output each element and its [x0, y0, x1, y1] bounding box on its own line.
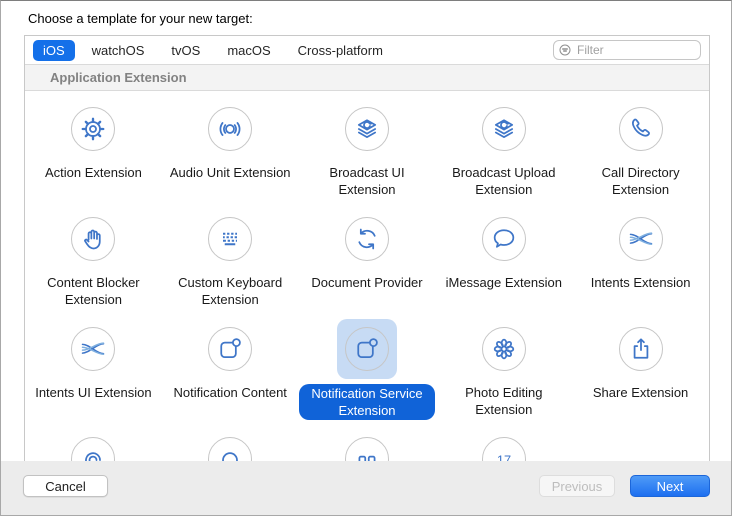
filter-field[interactable] [553, 40, 701, 60]
tab-watchos[interactable]: watchOS [82, 40, 155, 61]
previous-button[interactable]: Previous [539, 475, 615, 497]
template-custom-keyboard-extension[interactable]: Custom Keyboard Extension [162, 201, 299, 311]
template-grid: Action Extension Audio Unit Extension Br… [25, 91, 709, 462]
platform-tabbar: iOS watchOS tvOS macOS Cross-platform [25, 36, 709, 64]
template-calendar-17-icon[interactable]: 17 [435, 421, 572, 462]
template-label: Intents Extension [591, 274, 691, 291]
dialog-title: Choose a template for your new target: [28, 11, 253, 26]
speech-bubble-icon [482, 217, 526, 261]
tab-tvos[interactable]: tvOS [161, 40, 210, 61]
template-sticker-pair-icon[interactable] [299, 421, 436, 462]
spiral-arcs-icon [71, 437, 115, 462]
cancel-button[interactable]: Cancel [23, 475, 108, 497]
template-intents-extension[interactable]: Intents Extension [572, 201, 709, 311]
next-button[interactable]: Next [630, 475, 710, 497]
choose-template-dialog: Choose a template for your new target: i… [0, 0, 732, 516]
template-label: Document Provider [311, 274, 422, 291]
notification-badge-icon [208, 327, 252, 371]
sticker-pair-icon [345, 437, 389, 462]
template-label: Broadcast Upload Extension [440, 164, 568, 198]
template-audio-unit-extension[interactable]: Audio Unit Extension [162, 91, 299, 201]
tab-macos[interactable]: macOS [217, 40, 280, 61]
tab-ios[interactable]: iOS [33, 40, 75, 61]
template-label: iMessage Extension [446, 274, 562, 291]
template-broadcast-upload-extension[interactable]: Broadcast Upload Extension [435, 91, 572, 201]
template-label: Broadcast UI Extension [303, 164, 431, 198]
keyboard-icon [208, 217, 252, 261]
layers-replay-icon [482, 107, 526, 151]
crossing-waves-icon [71, 327, 115, 371]
template-label: Call Directory Extension [577, 164, 705, 198]
notification-badge-icon [345, 327, 389, 371]
template-label: Content Blocker Extension [29, 274, 157, 308]
template-label: Custom Keyboard Extension [166, 274, 294, 308]
hand-icon [71, 217, 115, 261]
template-label: Share Extension [593, 384, 688, 401]
tab-cross-platform[interactable]: Cross-platform [288, 40, 393, 61]
template-action-extension[interactable]: Action Extension [25, 91, 162, 201]
share-box-icon [619, 327, 663, 371]
template-broadcast-ui-extension[interactable]: Broadcast UI Extension [299, 91, 436, 201]
template-document-provider[interactable]: Document Provider [299, 201, 436, 311]
crossing-waves-icon [619, 217, 663, 261]
template-label: Notification Service Extension [299, 384, 435, 420]
template-intents-ui-extension[interactable]: Intents UI Extension [25, 311, 162, 421]
template-label: Intents UI Extension [35, 384, 151, 401]
template-spiral-arcs-icon[interactable] [25, 421, 162, 462]
photos-flower-icon [482, 327, 526, 371]
filter-input[interactable] [575, 42, 695, 58]
template-call-directory-extension[interactable]: Call Directory Extension [572, 91, 709, 201]
template-label: Audio Unit Extension [170, 164, 291, 181]
template-label: Action Extension [45, 164, 142, 181]
template-label: Notification Content [173, 384, 286, 401]
template-share-extension[interactable]: Share Extension [572, 311, 709, 421]
section-header: Application Extension [25, 64, 709, 91]
template-label: Photo Editing Extension [440, 384, 568, 418]
filter-icon [559, 44, 571, 56]
template-notification-service-extension[interactable]: Notification Service Extension [299, 311, 436, 421]
template-chooser-panel: iOS watchOS tvOS macOS Cross-platform Applic… [24, 35, 710, 463]
circle-outline-icon [208, 437, 252, 462]
template-circle-outline-icon[interactable] [162, 421, 299, 462]
platform-tabs: iOS watchOS tvOS macOS Cross-platform [33, 40, 400, 61]
calendar-17-icon: 17 [482, 437, 526, 462]
gear-icon [71, 107, 115, 151]
template-notification-content[interactable]: Notification Content [162, 311, 299, 421]
template-imessage-extension[interactable]: iMessage Extension [435, 201, 572, 311]
dialog-footer: Cancel Previous Next [1, 461, 732, 515]
sync-arrows-icon [345, 217, 389, 261]
template-photo-editing-extension[interactable]: Photo Editing Extension [435, 311, 572, 421]
layers-replay-icon [345, 107, 389, 151]
audio-waves-icon [208, 107, 252, 151]
template-content-blocker-extension[interactable]: Content Blocker Extension [25, 201, 162, 311]
phone-icon [619, 107, 663, 151]
